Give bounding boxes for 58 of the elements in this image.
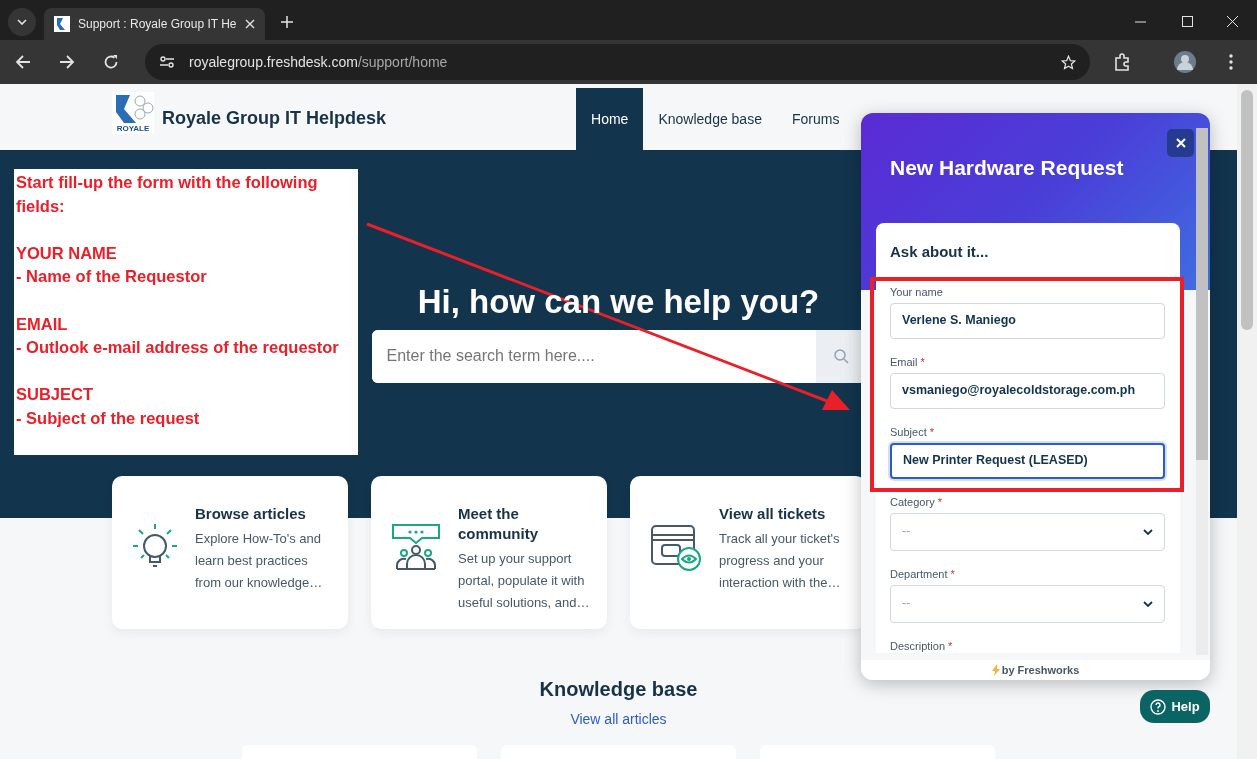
favicon-icon bbox=[54, 16, 70, 32]
back-icon[interactable] bbox=[15, 54, 31, 70]
close-icon[interactable] bbox=[244, 19, 255, 29]
card-description: Explore How-To's and learn best practices from our knowledge… bbox=[195, 530, 324, 592]
people-chat-icon bbox=[390, 522, 442, 572]
field-label: Department * bbox=[890, 567, 956, 581]
close-window-icon[interactable] bbox=[1227, 16, 1238, 27]
close-button[interactable] bbox=[1167, 129, 1194, 157]
card-description: Set up your support portal, populate it with useful solutions, and… bbox=[458, 550, 591, 612]
field-label: Email * bbox=[890, 355, 926, 369]
widget-title: New Hardware Request bbox=[890, 155, 1125, 181]
input-field[interactable]: Verlene S. Maniego bbox=[890, 302, 1165, 339]
scrollbar[interactable] bbox=[1196, 128, 1208, 655]
help-icon bbox=[1150, 698, 1167, 715]
maximize-icon[interactable] bbox=[1182, 16, 1193, 27]
nav-link[interactable]: Home bbox=[576, 88, 644, 150]
reload-icon[interactable] bbox=[103, 54, 119, 70]
extensions-icon[interactable] bbox=[1114, 53, 1132, 71]
chevron-down-icon bbox=[17, 19, 27, 25]
tab-title: Support : Royale Group IT He bbox=[78, 16, 237, 33]
feature-card[interactable]: Browse articles Explore How-To's and learn best practices from our knowledge… bbox=[112, 476, 348, 629]
card-title: View all tickets bbox=[719, 504, 827, 524]
card-description: Track all your ticket's progress and your interaction with the… bbox=[719, 530, 842, 592]
help-button[interactable]: Help bbox=[1140, 690, 1210, 723]
scrollbar[interactable] bbox=[1237, 84, 1257, 759]
tickets-eye-icon bbox=[649, 522, 703, 572]
site-settings-icon[interactable] bbox=[159, 54, 175, 70]
nav-link[interactable]: Knowledge base bbox=[643, 88, 777, 150]
field-label: Your name bbox=[890, 285, 944, 299]
form-title: Ask about it... bbox=[890, 242, 990, 262]
chevron-down-icon bbox=[1143, 528, 1153, 535]
instruction-note: Start fill-up the form with the following fields: YOUR NAME - Name of the Requestor EMAIL - Outlook e-mail address of the requestor SUBJECT - Subject of the request bbox=[14, 169, 358, 455]
lightning-icon bbox=[991, 664, 1000, 676]
tab-list-button[interactable] bbox=[8, 8, 36, 36]
input-field[interactable]: New Printer Request (LEASED) bbox=[890, 442, 1165, 479]
avatar-icon[interactable] bbox=[1174, 51, 1196, 73]
new-tab-icon[interactable] bbox=[280, 16, 293, 28]
forward-icon[interactable] bbox=[59, 54, 75, 70]
site-title: Royale Group IT Helpdesk bbox=[162, 107, 387, 130]
chevron-down-icon bbox=[1143, 600, 1153, 607]
nav-link[interactable]: Forums bbox=[776, 88, 855, 150]
card-title: Browse articles bbox=[195, 504, 307, 524]
input-field[interactable]: vsmaniego@royalecoldstorage.com.ph bbox=[890, 372, 1165, 409]
browser-tab[interactable]: Support : Royale Group IT He bbox=[44, 8, 265, 40]
feature-card[interactable]: Meet the community Set up your support portal, populate it with useful solutions, and… bbox=[371, 476, 607, 629]
star-icon[interactable] bbox=[1061, 54, 1076, 70]
view-all-link[interactable]: View all articles bbox=[570, 711, 667, 727]
section-heading: Knowledge base bbox=[538, 677, 699, 701]
field-label: Subject * bbox=[890, 425, 936, 439]
address-bar[interactable]: royalegroup.freshdesk.com/support/home bbox=[145, 44, 1090, 80]
url-text: royalegroup.freshdesk.com/support/home bbox=[189, 52, 448, 72]
close-icon bbox=[1175, 138, 1186, 148]
logo[interactable]: ROYALE bbox=[112, 92, 154, 134]
field-label: Description * bbox=[890, 639, 954, 653]
card-title: Meet the community bbox=[458, 504, 539, 544]
field-label: Category * bbox=[890, 495, 943, 509]
menu-icon[interactable] bbox=[1229, 54, 1233, 70]
powered-by-text: by Freshworks bbox=[1001, 662, 1080, 678]
